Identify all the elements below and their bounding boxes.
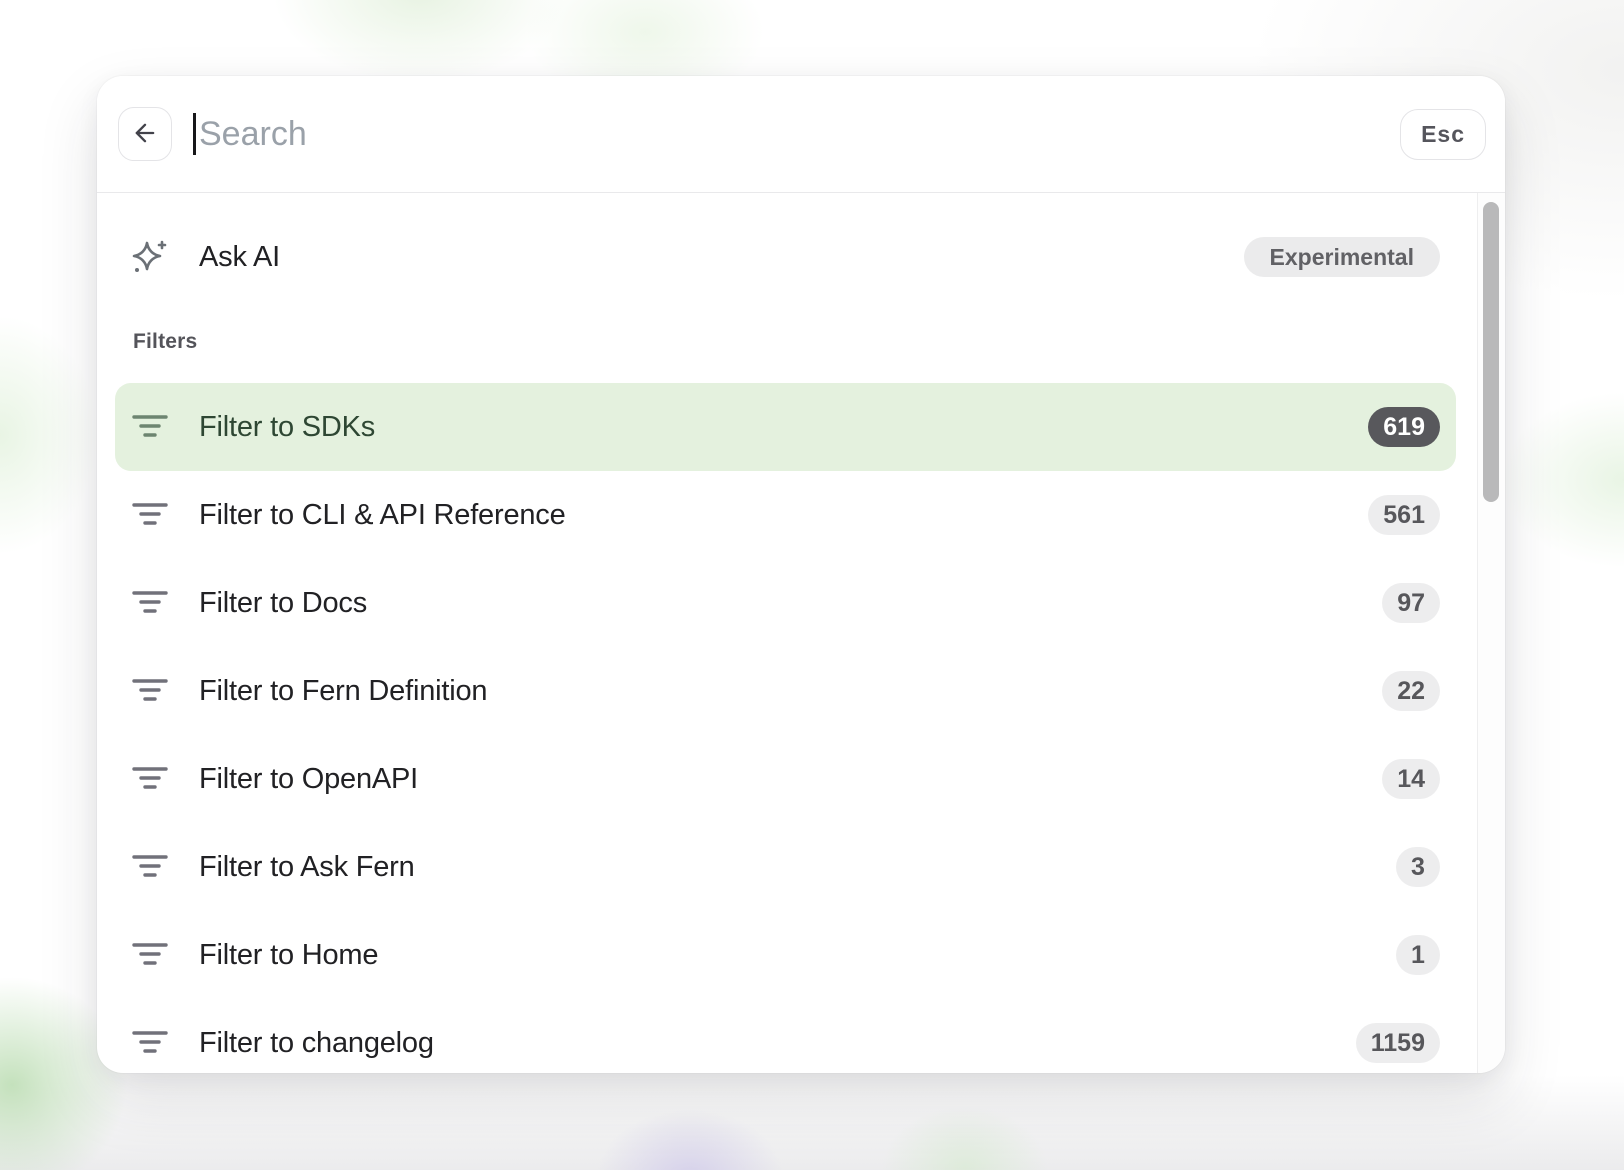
text-cursor (193, 113, 196, 155)
search-input[interactable] (199, 115, 1400, 154)
filter-item-label: Filter to changelog (199, 1027, 434, 1060)
result-count-badge: 22 (1382, 671, 1440, 711)
result-count-badge: 14 (1382, 759, 1440, 799)
filter-item-label: Filter to OpenAPI (199, 763, 418, 796)
filter-item-label: Filter to Fern Definition (199, 675, 487, 708)
filter-item-label: Filter to Home (199, 939, 378, 972)
result-count-badge: 1159 (1356, 1023, 1440, 1063)
sparkle-icon (131, 238, 169, 276)
filter-lines-icon (131, 413, 169, 441)
result-count-badge: 3 (1396, 847, 1440, 887)
filter-lines-icon (131, 941, 169, 969)
experimental-badge: Experimental (1244, 237, 1440, 277)
scrollbar-track[interactable] (1477, 193, 1505, 1073)
results-list: Ask AI Experimental Filters Filter to SD… (97, 193, 1477, 1073)
result-count-badge: 97 (1382, 583, 1440, 623)
arrow-left-icon (131, 119, 159, 150)
result-count-badge: 1 (1396, 935, 1440, 975)
results-area: Ask AI Experimental Filters Filter to SD… (97, 193, 1505, 1073)
filter-item[interactable]: Filter to Ask Fern 3 (115, 823, 1456, 911)
filter-item-label: Filter to Docs (199, 587, 367, 620)
filter-item-label: Filter to CLI & API Reference (199, 499, 566, 532)
filters-section-heading: Filters (133, 329, 1456, 355)
filter-lines-icon (131, 853, 169, 881)
filter-lines-icon (131, 501, 169, 529)
scrollbar-thumb[interactable] (1483, 202, 1499, 502)
filter-item[interactable]: Filter to changelog 1159 (115, 999, 1456, 1073)
escape-button[interactable]: Esc (1400, 109, 1486, 160)
filter-item[interactable]: Filter to Fern Definition 22 (115, 647, 1456, 735)
search-bar: Esc (97, 76, 1505, 193)
result-count-badge: 561 (1368, 495, 1440, 535)
filter-lines-icon (131, 589, 169, 617)
filter-item[interactable]: Filter to SDKs 619 (115, 383, 1456, 471)
filter-list: Filter to SDKs 619 Filter to CLI & API R… (115, 383, 1456, 1073)
ask-ai-item[interactable]: Ask AI Experimental (115, 213, 1456, 301)
result-count-badge: 619 (1368, 407, 1440, 447)
filter-item[interactable]: Filter to Home 1 (115, 911, 1456, 999)
search-field-wrap (193, 113, 1400, 155)
filter-item[interactable]: Filter to CLI & API Reference 561 (115, 471, 1456, 559)
filter-item[interactable]: Filter to OpenAPI 14 (115, 735, 1456, 823)
back-button[interactable] (118, 107, 172, 161)
filter-lines-icon (131, 765, 169, 793)
ask-ai-label: Ask AI (199, 241, 280, 274)
filter-item-label: Filter to SDKs (199, 411, 375, 444)
search-dialog: Esc Ask AI Experimental Filters (97, 76, 1505, 1073)
filter-lines-icon (131, 1029, 169, 1057)
filter-item-label: Filter to Ask Fern (199, 851, 415, 884)
filter-lines-icon (131, 677, 169, 705)
filter-item[interactable]: Filter to Docs 97 (115, 559, 1456, 647)
